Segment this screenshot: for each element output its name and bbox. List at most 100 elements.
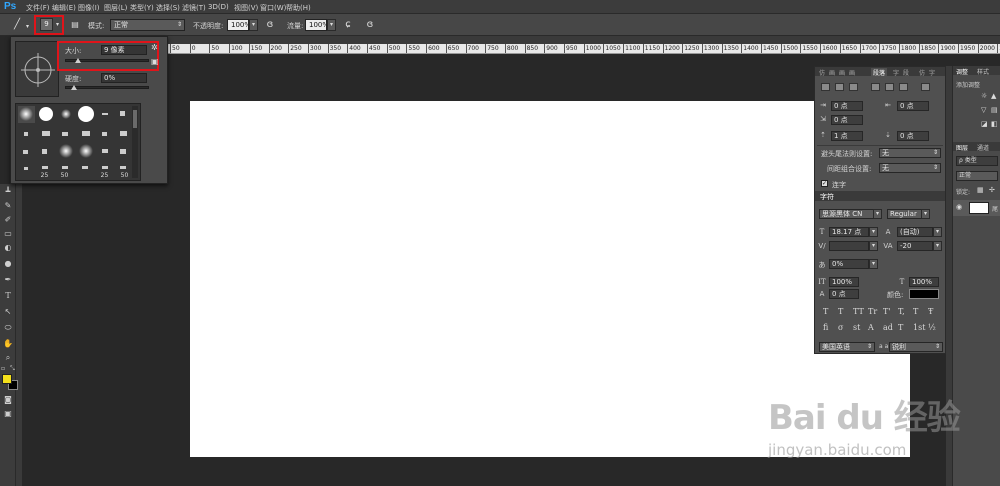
- opacity-input[interactable]: 100%: [227, 19, 249, 31]
- vertical-scale-input[interactable]: 100%: [829, 277, 859, 287]
- font-style-toggle-button[interactable]: T': [883, 307, 891, 316]
- font-style-toggle-button[interactable]: Tr: [868, 307, 877, 316]
- font-family-select[interactable]: 思源黑体 CN: [819, 209, 881, 219]
- tracking-input[interactable]: -20: [897, 241, 933, 251]
- menu-item[interactable]: 帮助(H): [286, 3, 311, 13]
- tab-channels[interactable]: 通道: [977, 143, 989, 152]
- blend-mode-select[interactable]: 正常: [956, 171, 998, 181]
- clone-stamp-tool-icon[interactable]: ✎: [2, 200, 14, 212]
- opentype-feature-button[interactable]: T: [898, 323, 903, 332]
- flow-input[interactable]: 100%: [305, 19, 327, 31]
- indent-first-line-input[interactable]: 0 点: [831, 115, 863, 125]
- menu-item[interactable]: 视图(V): [234, 3, 258, 13]
- brush-icon[interactable]: ╱: [10, 18, 24, 32]
- tab-character[interactable]: 字符: [820, 192, 834, 202]
- leading-dropdown-icon[interactable]: ▾: [933, 227, 942, 237]
- panel-tab[interactable]: 字: [929, 68, 935, 77]
- dodge-tool-icon[interactable]: ●: [2, 258, 14, 270]
- lock-position-icon[interactable]: ✢: [989, 186, 995, 194]
- blur-tool-icon[interactable]: ◐: [2, 242, 14, 254]
- tool-preset-dropdown-icon[interactable]: ▾: [26, 23, 29, 30]
- panel-tab[interactable]: 仿: [819, 68, 825, 77]
- font-style-toggle-button[interactable]: Ŧ: [928, 307, 933, 316]
- align-center-button[interactable]: [835, 83, 844, 91]
- space-after-input[interactable]: 0 点: [897, 131, 929, 141]
- menu-item[interactable]: 窗口(W): [260, 3, 286, 13]
- opentype-feature-button[interactable]: fi: [823, 323, 828, 332]
- justify-center-button[interactable]: [885, 83, 894, 91]
- kerning-input[interactable]: [829, 241, 869, 251]
- align-left-button[interactable]: [821, 83, 830, 91]
- brush-options-gear-icon[interactable]: ✲: [151, 43, 158, 52]
- tab-paragraph[interactable]: 段落: [871, 68, 888, 77]
- mojikumi-select[interactable]: 无 ⇕: [879, 163, 941, 173]
- menu-item[interactable]: 3D(D): [208, 3, 229, 11]
- path-selection-tool-icon[interactable]: ↖: [2, 306, 14, 318]
- menu-item[interactable]: 滤镜(T): [182, 3, 206, 13]
- font-size-input[interactable]: 18.17 点: [829, 227, 869, 237]
- opentype-feature-button[interactable]: 1st: [913, 323, 925, 332]
- tracking-dropdown-icon[interactable]: ▾: [933, 241, 942, 251]
- opentype-feature-button[interactable]: st: [853, 323, 860, 332]
- align-right-button[interactable]: [849, 83, 858, 91]
- font-style-toggle-button[interactable]: T: [823, 307, 828, 316]
- foreground-color-swatch[interactable]: [2, 374, 12, 384]
- pressure-opacity-icon[interactable]: ɞ: [263, 18, 277, 32]
- opentype-feature-button[interactable]: A: [868, 323, 874, 332]
- brush-picker-dropdown-icon[interactable]: ▾: [56, 21, 59, 28]
- tab-adjustments[interactable]: 调整: [956, 67, 968, 76]
- tsume-dropdown-icon[interactable]: ▾: [869, 259, 878, 269]
- opentype-feature-button[interactable]: ad: [883, 323, 893, 332]
- screen-mode-icon[interactable]: ▣: [2, 408, 14, 420]
- swap-colors-icon[interactable]: ⤡: [10, 365, 15, 373]
- baseline-shift-input[interactable]: 0 点: [829, 289, 859, 299]
- text-color-swatch[interactable]: [909, 289, 939, 299]
- channel-mixer-icon[interactable]: ◧: [991, 120, 998, 128]
- font-style-toggle-button[interactable]: TT: [853, 307, 864, 316]
- justify-right-button[interactable]: [899, 83, 908, 91]
- kinsoku-select[interactable]: 无 ⇕: [879, 148, 941, 158]
- horizontal-scale-input[interactable]: 100%: [909, 277, 939, 287]
- hue-saturation-icon[interactable]: ▤: [991, 106, 998, 114]
- kerning-dropdown-icon[interactable]: ▾: [869, 241, 878, 251]
- panel-tab[interactable]: 画: [839, 68, 845, 77]
- font-style-toggle-button[interactable]: T,: [898, 307, 905, 316]
- leading-input[interactable]: (自动): [897, 227, 933, 237]
- lock-transparency-icon[interactable]: ▦: [977, 186, 984, 194]
- tsume-input[interactable]: 0%: [829, 259, 869, 269]
- indent-left-input[interactable]: 0 点: [831, 101, 863, 111]
- brush-picker-button[interactable]: 9: [40, 18, 53, 31]
- brush-tool-icon[interactable]: ┻: [2, 186, 14, 198]
- font-style-dropdown-icon[interactable]: ▾: [921, 209, 930, 219]
- flow-dropdown-icon[interactable]: ▾: [327, 19, 336, 31]
- size-slider-knob[interactable]: [74, 58, 81, 63]
- type-tool-icon[interactable]: T: [2, 290, 14, 302]
- visibility-eye-icon[interactable]: ◉: [956, 203, 962, 211]
- panel-tab[interactable]: 画: [849, 68, 855, 77]
- levels-icon[interactable]: ▲: [991, 92, 996, 100]
- new-preset-icon[interactable]: ▣: [151, 57, 159, 66]
- panel-tab[interactable]: 字: [893, 68, 899, 77]
- hardness-slider-knob[interactable]: [71, 85, 77, 90]
- language-select[interactable]: 美国英语 ⇕: [819, 342, 875, 352]
- font-style-toggle-button[interactable]: T: [838, 307, 843, 316]
- opentype-feature-button[interactable]: ½: [928, 323, 936, 332]
- font-family-dropdown-icon[interactable]: ▾: [873, 209, 882, 219]
- pressure-size-icon[interactable]: ɞ: [363, 18, 377, 32]
- history-brush-tool-icon[interactable]: ✐: [2, 214, 14, 226]
- antialias-select[interactable]: 锐利 ⇕: [889, 342, 943, 352]
- panel-tab[interactable]: 段: [903, 68, 909, 77]
- tab-layers[interactable]: 图层: [956, 143, 968, 152]
- zoom-tool-icon[interactable]: ⌕: [2, 352, 14, 364]
- quick-mask-icon[interactable]: ◙: [2, 394, 14, 406]
- mode-select[interactable]: 正常 ⇕: [110, 19, 185, 31]
- menu-item[interactable]: 编辑(E): [52, 3, 76, 13]
- pen-tool-icon[interactable]: ✒: [2, 274, 14, 286]
- menu-item[interactable]: 类型(Y): [130, 3, 154, 13]
- size-input[interactable]: 9 像素: [101, 45, 147, 55]
- opentype-feature-button[interactable]: σ: [838, 323, 843, 332]
- menu-item[interactable]: 图层(L): [104, 3, 127, 13]
- hardness-input[interactable]: 0%: [101, 73, 147, 83]
- justify-left-button[interactable]: [871, 83, 880, 91]
- brush-angle-preview[interactable]: [15, 41, 59, 97]
